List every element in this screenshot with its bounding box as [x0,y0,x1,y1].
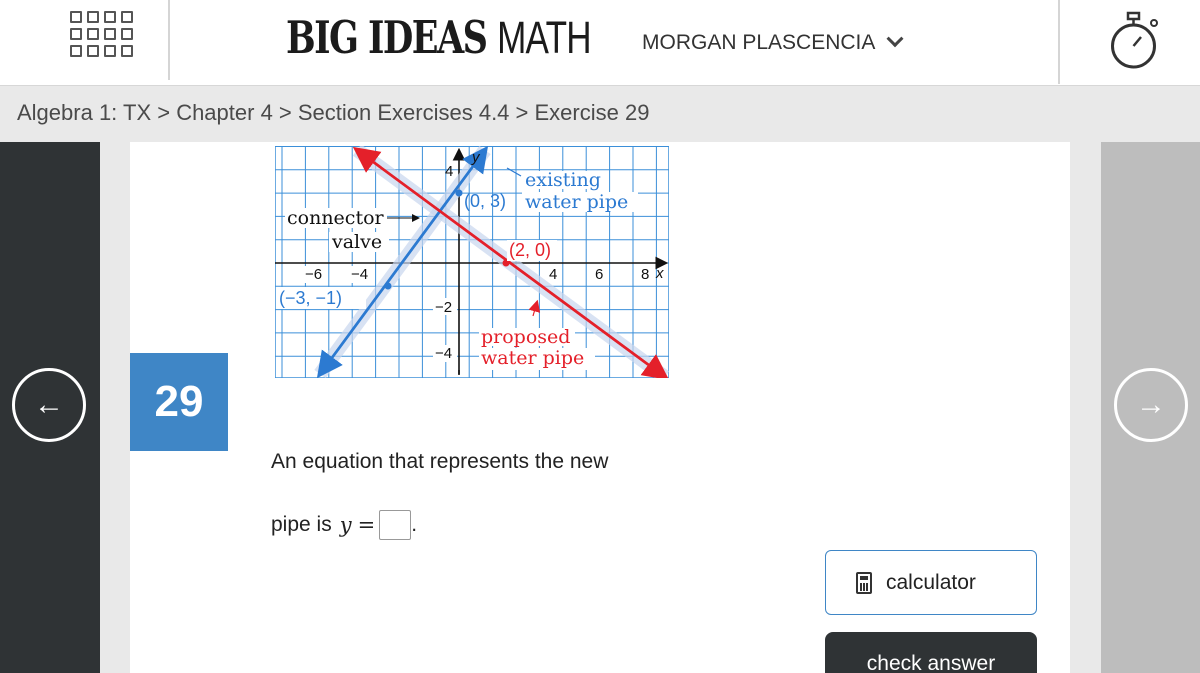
question-text-line1: An equation that represents the new [271,450,609,473]
math-variable: y [339,513,352,537]
x-axis-label: x [655,265,664,282]
label-point-0-3: (0, 3) [464,191,506,211]
chevron-down-icon [886,30,904,48]
timer-button[interactable] [1058,0,1200,84]
tick-y-neg4: −4 [435,345,452,362]
tick-x-4: 4 [549,266,557,283]
tick-x-neg6: −6 [305,266,322,283]
point-0-3 [455,189,463,197]
calculator-button[interactable]: calculator [825,550,1037,615]
grid-menu-icon [70,11,140,59]
tick-y-4: 4 [445,163,453,180]
page: BIG IDEAS MATH MORGAN PLASCENCIA Algebra… [0,0,1200,673]
calculator-icon [856,571,872,594]
question-text-line2: pipe is y = . [271,510,417,540]
next-exercise-button[interactable]: → [1114,368,1188,442]
tick-x-neg4: −4 [351,266,368,283]
arrow-left-icon: ← [34,388,64,421]
label-proposed: proposed [481,326,570,348]
app-header: BIG IDEAS MATH MORGAN PLASCENCIA [0,0,1200,86]
exercise-graph: existing water pipe (0, 3) connector val… [275,146,669,378]
tick-y-neg2: −2 [435,299,452,316]
question-text-prefix: pipe is [271,513,332,536]
label-point-neg3-neg1: (−3, −1) [279,288,342,308]
point-neg3-neg1 [384,282,392,290]
answer-input[interactable] [379,510,412,540]
tick-x-6: 6 [595,266,603,283]
label-valve: valve [331,231,382,253]
stopwatch-icon [1111,11,1158,69]
check-answer-button[interactable]: check answer [825,632,1037,673]
label-point-2-0: (2, 0) [509,240,551,260]
menu-button[interactable] [0,0,170,80]
check-answer-label: check answer [866,652,996,673]
exercise-number-badge: 29 [130,353,228,451]
tick-x-8: 8 [641,266,649,283]
arrow-right-icon: → [1136,388,1166,421]
calculator-label: calculator [886,570,976,594]
equals-sign: = [357,513,376,537]
user-name: MORGAN PLASCENCIA [642,31,876,54]
breadcrumb[interactable]: Algebra 1: TX > Chapter 4 > Section Exer… [17,100,649,126]
label-existing-water-pipe: water pipe [525,191,628,213]
user-menu[interactable]: MORGAN PLASCENCIA [642,29,904,57]
label-proposed-water-pipe: water pipe [481,347,584,369]
period: . [411,513,418,536]
label-connector: connector [287,207,385,229]
label-existing: existing [525,169,601,191]
previous-exercise-button[interactable]: ← [12,368,86,442]
brand-logo: BIG IDEAS MATH [286,11,592,64]
